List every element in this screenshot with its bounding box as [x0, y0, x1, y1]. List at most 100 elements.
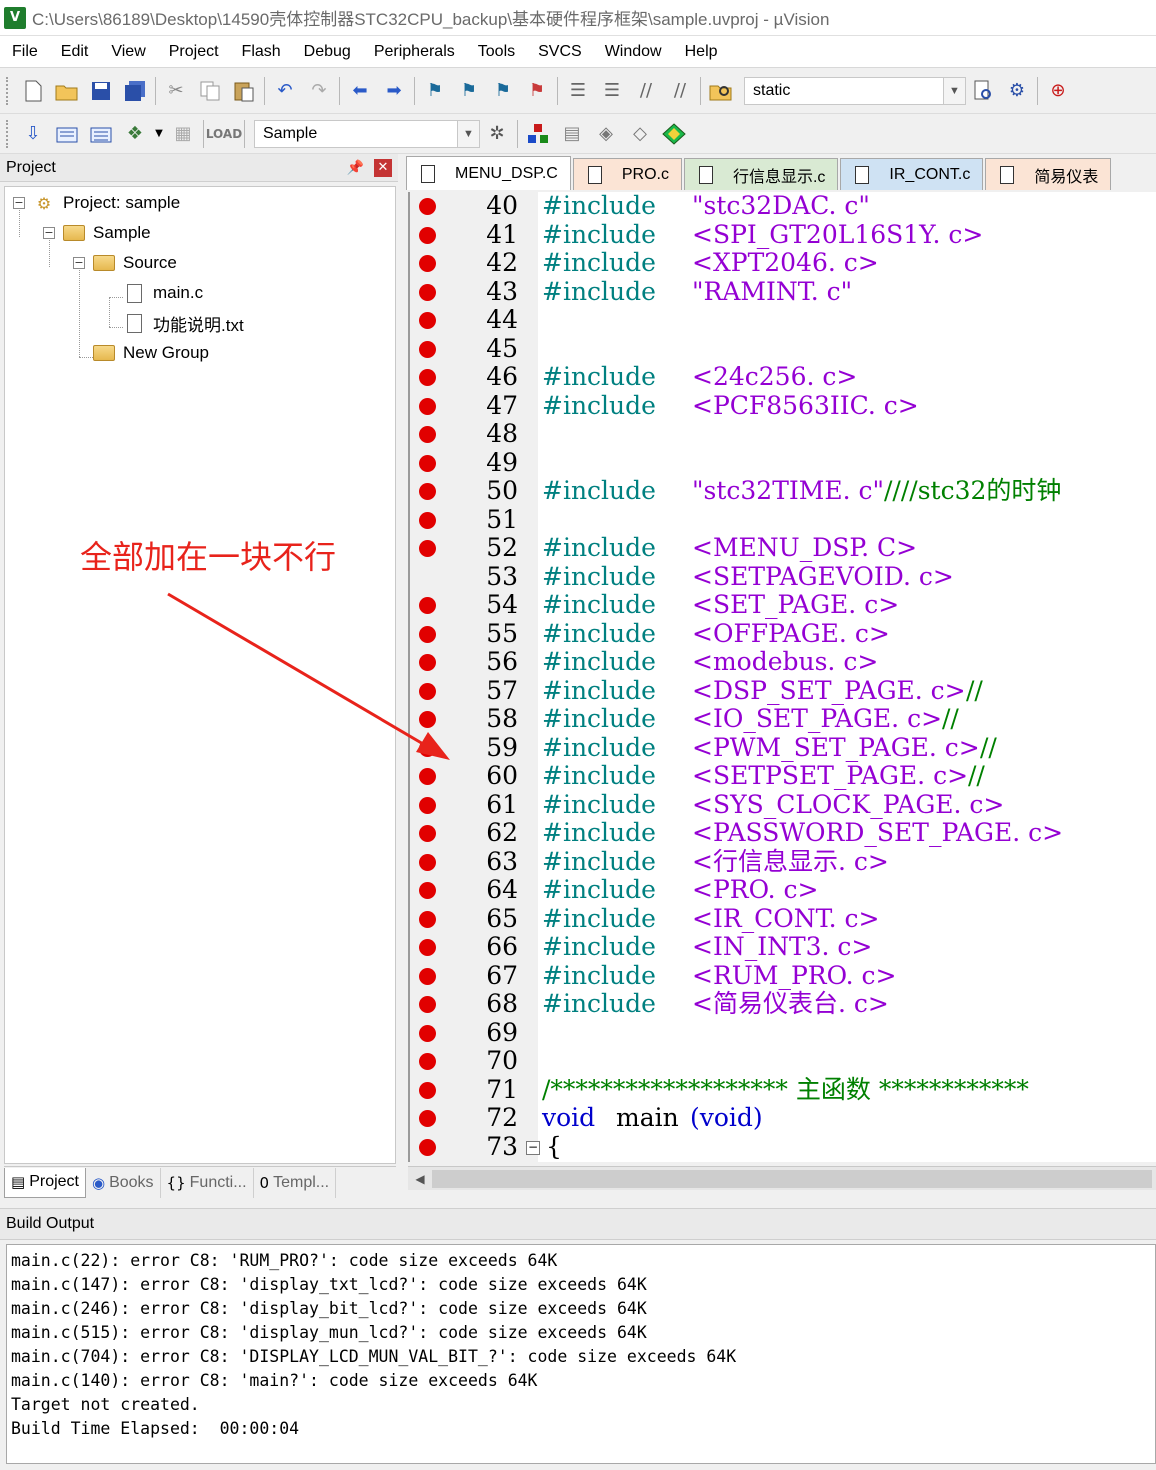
- bookmark-prev-icon[interactable]: ⚑: [452, 76, 486, 106]
- breakpoint-icon[interactable]: [419, 882, 436, 899]
- code-line[interactable]: 71 /******************* 主函数 ************: [410, 1075, 1156, 1105]
- code-line[interactable]: 48: [410, 419, 1156, 449]
- code-line[interactable]: 45: [410, 334, 1156, 364]
- code-line[interactable]: 70: [410, 1046, 1156, 1076]
- menu-view[interactable]: View: [99, 36, 156, 68]
- tree-item-main-c[interactable]: main.c: [123, 279, 203, 307]
- find-in-files-icon[interactable]: [704, 76, 738, 106]
- breakpoint-icon[interactable]: [419, 682, 436, 700]
- code-line[interactable]: 55 #include <OFFPAGE. c>: [410, 619, 1156, 649]
- menu-flash[interactable]: Flash: [230, 36, 292, 68]
- run-time-environment-icon[interactable]: [657, 119, 691, 149]
- breakpoint-icon[interactable]: [419, 1110, 436, 1127]
- breakpoint-icon[interactable]: [419, 853, 436, 871]
- code-line[interactable]: 52 #include <MENU_DSP. C>: [410, 533, 1156, 563]
- pack-installer-icon[interactable]: ◇: [623, 119, 657, 149]
- indent-icon[interactable]: ☰: [561, 76, 595, 106]
- menu-edit[interactable]: Edit: [49, 36, 100, 68]
- translate-icon[interactable]: ⇩: [16, 119, 50, 149]
- code-line[interactable]: 42 #include <XPT2046. c>: [410, 248, 1156, 278]
- find-combo[interactable]: static ▼: [744, 76, 966, 105]
- breakpoint-icon[interactable]: [419, 796, 436, 814]
- tab-project[interactable]: ▤ Project: [4, 1167, 86, 1198]
- collapse-toggle[interactable]: −: [43, 227, 55, 239]
- code-line[interactable]: 46 #include <24c256. c>: [410, 362, 1156, 392]
- code-line[interactable]: 54 #include <SET_PAGE. c>: [410, 590, 1156, 620]
- save-icon[interactable]: [84, 76, 118, 106]
- chevron-down-icon[interactable]: ▼: [943, 77, 965, 104]
- toolbar-grip[interactable]: [6, 76, 10, 105]
- code-line[interactable]: 44: [410, 305, 1156, 335]
- code-line[interactable]: 66 #include <IN_INT3. c>: [410, 932, 1156, 962]
- breakpoint-icon[interactable]: [419, 511, 436, 529]
- menu-svcs[interactable]: SVCS: [526, 36, 593, 68]
- tab-simple-dashboard-c[interactable]: 简易仪表: [985, 158, 1112, 190]
- undo-icon[interactable]: ↶: [268, 76, 302, 106]
- incremental-find-icon[interactable]: [966, 76, 1000, 106]
- code-line[interactable]: 43 #include "RAMINT. c": [410, 277, 1156, 307]
- start-debug-icon[interactable]: ⊕: [1041, 76, 1075, 106]
- code-line[interactable]: 69: [410, 1018, 1156, 1048]
- breakpoint-icon[interactable]: [419, 1138, 436, 1156]
- download-load-icon[interactable]: LOAD: [206, 119, 242, 149]
- code-line[interactable]: 62 #include <PASSWORD_SET_PAGE. c>: [410, 818, 1156, 848]
- menu-peripherals[interactable]: Peripherals: [362, 36, 466, 68]
- build-output-text[interactable]: main.c(22): error C8: 'RUM_PRO?': code s…: [6, 1244, 1156, 1464]
- code-line[interactable]: 67 #include <RUM_PRO. c>: [410, 961, 1156, 991]
- tab-books[interactable]: ◉ Books: [86, 1167, 161, 1198]
- breakpoint-icon[interactable]: [419, 1053, 436, 1070]
- scroll-left-icon[interactable]: ◀: [408, 1167, 432, 1191]
- tree-item-target[interactable]: − Sample: [43, 219, 151, 247]
- breakpoint-icon[interactable]: [419, 483, 436, 500]
- navigate-forward-icon[interactable]: ➡: [377, 76, 411, 106]
- code-line[interactable]: 57 #include <DSP_SET_PAGE. c>//: [410, 676, 1156, 706]
- code-line[interactable]: 73−{: [410, 1132, 1156, 1162]
- browse-icon[interactable]: ⚙: [1000, 76, 1034, 106]
- toolbar-grip[interactable]: [6, 119, 10, 148]
- breakpoint-icon[interactable]: [419, 426, 436, 443]
- tab-menu-dsp-c[interactable]: MENU_DSP.C: [406, 156, 571, 190]
- chevron-down-icon[interactable]: ▼: [457, 120, 479, 147]
- code-line[interactable]: 63 #include <行信息显示. c>: [410, 847, 1156, 877]
- batch-dropdown-icon[interactable]: ▼: [152, 119, 166, 149]
- save-all-icon[interactable]: [118, 76, 152, 106]
- batch-build-icon[interactable]: ❖: [118, 119, 152, 149]
- scrollbar-thumb[interactable]: [432, 1169, 1152, 1188]
- breakpoint-icon[interactable]: [419, 1024, 436, 1042]
- code-line[interactable]: 61 #include <SYS_CLOCK_PAGE. c>: [410, 790, 1156, 820]
- select-packs-icon[interactable]: ▤: [555, 119, 589, 149]
- open-folder-icon[interactable]: [50, 76, 84, 106]
- breakpoint-icon[interactable]: [419, 739, 436, 757]
- stop-build-icon[interactable]: ▦: [166, 119, 200, 149]
- tree-item-source-group[interactable]: − Source: [73, 249, 177, 277]
- code-line[interactable]: 68 #include <简易仪表台. c>: [410, 989, 1156, 1019]
- code-text-area[interactable]: 40 #include "stc32DAC. c" 41 #include <SPI_GT…: [408, 192, 1156, 1162]
- breakpoint-icon[interactable]: [419, 825, 436, 842]
- breakpoint-icon[interactable]: [419, 996, 436, 1013]
- code-line[interactable]: 41 #include <SPI_GT20L16S1Y. c>: [410, 220, 1156, 250]
- manage-components-icon[interactable]: ◈: [589, 119, 623, 149]
- tab-functions[interactable]: {} Functi...: [161, 1167, 254, 1198]
- code-line[interactable]: 47 #include <PCF8563IIC. c>: [410, 391, 1156, 421]
- code-line[interactable]: 53 #include <SETPAGEVOID. c>: [410, 562, 1156, 592]
- breakpoint-icon[interactable]: [419, 283, 436, 301]
- code-line[interactable]: 72 void main (void): [410, 1103, 1156, 1133]
- menu-project[interactable]: Project: [157, 36, 230, 68]
- tree-item-project[interactable]: − ⚙ Project: sample: [13, 189, 180, 217]
- breakpoint-icon[interactable]: [419, 967, 436, 985]
- breakpoint-icon[interactable]: [419, 312, 436, 329]
- breakpoint-icon[interactable]: [419, 198, 436, 215]
- code-line[interactable]: 51: [410, 505, 1156, 535]
- tab-templates[interactable]: 0 Templ...: [254, 1167, 337, 1198]
- tab-ir-cont-c[interactable]: IR_CONT.c: [840, 158, 984, 190]
- breakpoint-icon[interactable]: [419, 454, 436, 472]
- manage-project-items-icon[interactable]: [521, 119, 555, 149]
- code-line[interactable]: 40 #include "stc32DAC. c": [410, 192, 1156, 221]
- code-line[interactable]: 58 #include <IO_SET_PAGE. c>//: [410, 704, 1156, 734]
- collapse-toggle[interactable]: −: [13, 197, 25, 209]
- menu-window[interactable]: Window: [593, 36, 673, 68]
- code-line[interactable]: 50 #include "stc32TIME. c"////stc32的时钟: [410, 476, 1156, 506]
- target-combo[interactable]: Sample ▼: [254, 119, 480, 148]
- code-line[interactable]: 49: [410, 448, 1156, 478]
- target-options-icon[interactable]: ✲: [480, 119, 514, 149]
